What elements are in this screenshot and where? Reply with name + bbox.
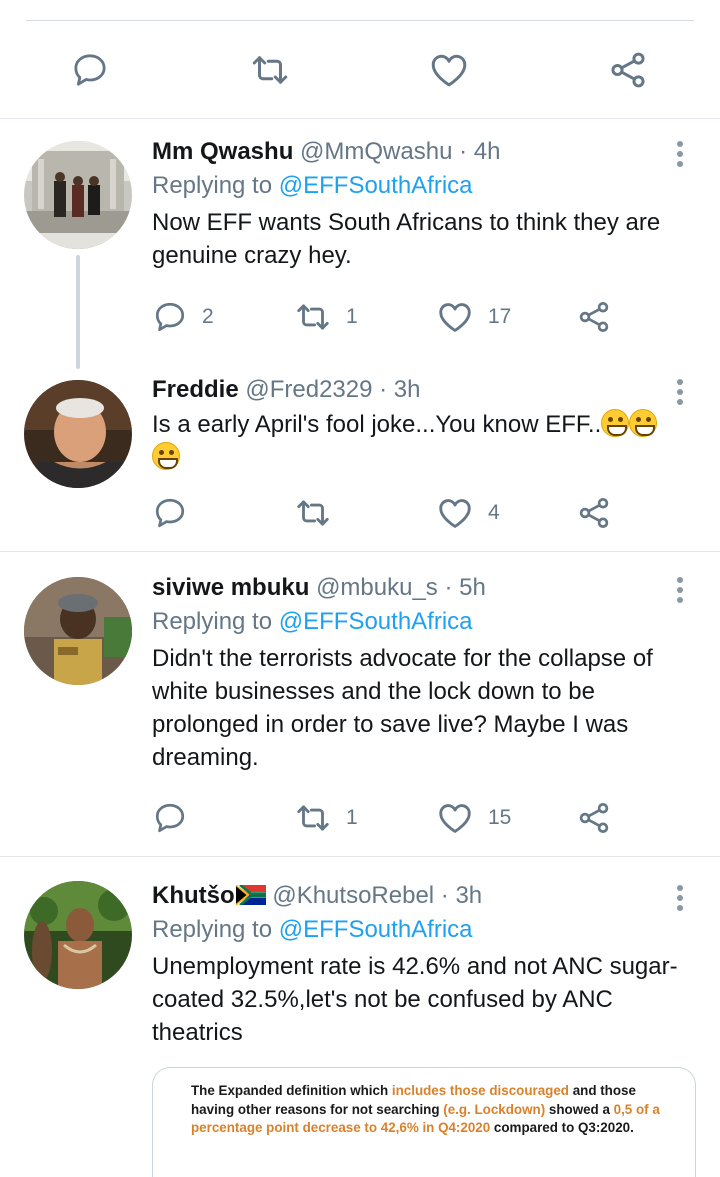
share-icon xyxy=(579,498,609,528)
tweet[interactable]: Khutšo @KhutsoRebel · 3h Replying to @EF… xyxy=(0,857,720,1177)
tweet-header: Mm Qwashu @MmQwashu · 4h xyxy=(152,137,680,167)
tweet-text: Is a early April's fool joke...You know … xyxy=(152,408,680,474)
media-text-highlight: (e.g. Lockdown) xyxy=(443,1101,546,1117)
replying-to-label: Replying to xyxy=(152,916,273,943)
author-handle[interactable]: @KhutsoRebel xyxy=(272,882,434,909)
grinning-face-emoji xyxy=(601,409,630,437)
tweet-header: Freddie @Fred2329 · 3h xyxy=(152,375,680,405)
tweet[interactable]: Freddie @Fred2329 · 3h Is a early April'… xyxy=(0,367,720,552)
tweet-actions: 2 1 17 xyxy=(152,297,632,337)
author-name[interactable]: Khutšo xyxy=(152,882,235,909)
heart-icon[interactable] xyxy=(425,46,473,94)
parent-actions xyxy=(0,46,720,94)
tweet-actions: 4 xyxy=(152,493,632,533)
tweet-text: Unemployment rate is 42.6% and not ANC s… xyxy=(152,953,678,1046)
reply-icon xyxy=(155,498,185,528)
replying-to: Replying to @EFFSouthAfrica xyxy=(152,171,680,201)
author-name[interactable]: siviwe mbuku xyxy=(152,574,309,601)
like-count: 15 xyxy=(488,806,512,829)
replying-to: Replying to @EFFSouthAfrica xyxy=(152,915,680,945)
more-vertical-icon[interactable] xyxy=(670,883,690,913)
retweet-button[interactable]: 1 xyxy=(294,798,358,838)
retweet-icon xyxy=(297,304,329,330)
thread-line xyxy=(76,255,80,369)
avatar[interactable] xyxy=(24,577,132,685)
parent-tweet-action-bar xyxy=(0,0,720,119)
media-image-text: The Expanded definition which includes t… xyxy=(191,1082,671,1138)
replying-to-label: Replying to xyxy=(152,608,273,635)
like-button[interactable]: 17 xyxy=(436,297,511,337)
retweet-count: 1 xyxy=(346,806,358,829)
media-text-segment: compared to Q3:2020. xyxy=(490,1120,634,1135)
retweet-button[interactable] xyxy=(294,493,332,533)
reply-button[interactable] xyxy=(152,798,188,838)
like-count: 17 xyxy=(488,305,512,328)
tweet-time: · 4h xyxy=(459,138,501,165)
like-count: 4 xyxy=(488,501,500,524)
avatar[interactable] xyxy=(24,380,132,488)
reply-button[interactable] xyxy=(152,493,188,533)
media-text-highlight: includes those discouraged xyxy=(391,1083,569,1098)
mention-link[interactable]: @EFFSouthAfrica xyxy=(279,172,473,199)
author-name[interactable]: Mm Qwashu xyxy=(152,138,293,165)
author-handle[interactable]: @MmQwashu xyxy=(300,138,452,165)
author-name[interactable]: Freddie xyxy=(152,376,239,403)
avatar[interactable] xyxy=(24,141,132,249)
tweet-time: · 3h xyxy=(440,882,483,909)
share-button[interactable] xyxy=(576,493,612,533)
mention-link[interactable]: @EFFSouthAfrica xyxy=(279,916,473,943)
tweet-time: · 3h xyxy=(379,376,421,403)
tweet-text: Didn't the terrorists advocate for the c… xyxy=(152,645,653,771)
author-handle[interactable]: @Fred2329 xyxy=(245,376,372,403)
divider xyxy=(26,20,694,21)
heart-icon xyxy=(439,499,471,528)
tweet-text-content: Is a early April's fool joke...You know … xyxy=(152,411,602,438)
reply-button[interactable]: 2 xyxy=(152,297,214,337)
retweet-icon[interactable] xyxy=(246,46,294,94)
tweet-actions: 1 15 xyxy=(152,798,632,838)
reply-icon xyxy=(155,803,185,833)
media-text-segment: showed a xyxy=(545,1101,614,1117)
tweet-time: · 5h xyxy=(444,574,486,601)
reply-count: 2 xyxy=(202,305,214,328)
grinning-face-emoji xyxy=(629,409,658,437)
author-handle[interactable]: @mbuku_s xyxy=(316,574,438,601)
share-button[interactable] xyxy=(576,798,612,838)
tweet[interactable]: siviwe mbuku @mbuku_s · 5h Replying to @… xyxy=(0,553,720,857)
mention-link[interactable]: @EFFSouthAfrica xyxy=(279,608,473,635)
tweet[interactable]: Mm Qwashu @MmQwashu · 4h Replying to @EF… xyxy=(0,119,720,369)
reply-icon[interactable] xyxy=(66,46,114,94)
more-vertical-icon[interactable] xyxy=(670,377,690,407)
heart-icon xyxy=(439,804,471,833)
like-button[interactable]: 15 xyxy=(436,798,511,838)
tweet-text: Now EFF wants South Africans to think th… xyxy=(152,209,661,269)
share-icon xyxy=(579,302,609,332)
tweet-header: siviwe mbuku @mbuku_s · 5h xyxy=(152,573,680,603)
replying-to: Replying to @EFFSouthAfrica xyxy=(152,607,680,637)
media-text-segment: The Expanded definition which xyxy=(191,1083,392,1098)
share-icon[interactable] xyxy=(604,46,652,94)
grinning-face-emoji xyxy=(152,442,180,470)
divider xyxy=(0,551,720,552)
tweet-content: Mm Qwashu @MmQwashu · 4h Replying to @EF… xyxy=(152,137,680,272)
south-africa-flag-icon xyxy=(235,883,267,907)
retweet-icon xyxy=(297,805,329,831)
avatar[interactable] xyxy=(24,881,132,989)
tweet-content: Freddie @Fred2329 · 3h Is a early April'… xyxy=(152,375,680,474)
heart-icon xyxy=(439,303,471,332)
more-vertical-icon[interactable] xyxy=(670,575,690,605)
reply-icon xyxy=(155,302,185,332)
share-button[interactable] xyxy=(576,297,612,337)
tweet-header: Khutšo @KhutsoRebel · 3h xyxy=(152,881,680,911)
retweet-icon xyxy=(297,500,329,526)
retweet-button[interactable]: 1 xyxy=(294,297,358,337)
tweet-content: Khutšo @KhutsoRebel · 3h Replying to @EF… xyxy=(152,881,680,1049)
tweet-content: siviwe mbuku @mbuku_s · 5h Replying to @… xyxy=(152,573,680,774)
like-button[interactable]: 4 xyxy=(436,493,500,533)
tweet-media-image[interactable]: The Expanded definition which includes t… xyxy=(152,1067,696,1177)
retweet-count: 1 xyxy=(346,305,358,328)
replying-to-label: Replying to xyxy=(152,172,273,199)
share-icon xyxy=(579,803,609,833)
more-vertical-icon[interactable] xyxy=(670,139,690,169)
